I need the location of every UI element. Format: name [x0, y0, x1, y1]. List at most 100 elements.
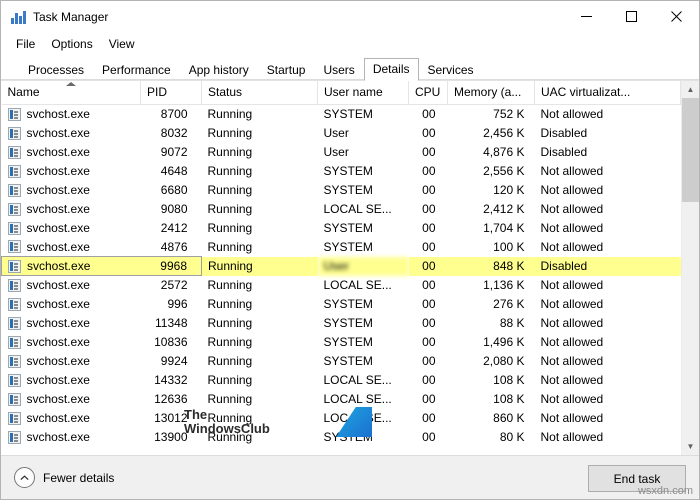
column-header-cpu[interactable]: CPU — [408, 81, 448, 105]
column-header-pid[interactable]: PID — [140, 81, 202, 105]
executable-icon — [7, 278, 21, 292]
table-row[interactable]: svchost.exe 10836 Running SYSTEM 00 1,496 K No… — [2, 333, 681, 352]
column-header-uac-virtualization[interactable]: UAC virtualizat... — [534, 81, 681, 105]
table-row[interactable]: svchost.exe 8700 Running SYSTEM 00 752 K Not a… — [2, 105, 681, 124]
cell-pid: 13900 — [154, 430, 188, 444]
cell-status: Running — [207, 202, 253, 216]
table-row[interactable]: svchost.exe 12636 Running LOCAL SE... 00 108 … — [2, 390, 681, 409]
cell-process-name: svchost.exe — [2, 219, 141, 238]
tab-processes[interactable]: Processes — [19, 59, 93, 81]
column-header-name[interactable]: Name — [1, 81, 141, 105]
cell-cpu: 00 — [422, 411, 436, 425]
process-name-label: svchost.exe — [26, 430, 90, 444]
cell-user-name: SYSTEM — [323, 240, 373, 254]
cell-memory: 2,456 K — [483, 126, 525, 140]
table-row[interactable]: svchost.exe 6680 Running SYSTEM 00 120 K Not a… — [2, 181, 681, 200]
process-name-label: svchost.exe — [26, 316, 90, 330]
table-row[interactable]: svchost.exe 4876 Running SYSTEM 00 100 K Not a… — [2, 238, 681, 257]
cell-cpu: 00 — [422, 354, 436, 368]
cell-user-name: LOCAL SE... — [323, 278, 392, 292]
tab-startup[interactable]: Startup — [258, 59, 315, 81]
menu-item-view[interactable]: View — [101, 35, 143, 53]
close-icon[interactable] — [654, 1, 699, 32]
fewer-details-button[interactable]: Fewer details — [14, 467, 114, 488]
cell-status: Running — [207, 373, 253, 387]
process-name-label: svchost.exe — [27, 259, 91, 273]
cell-pid: 996 — [167, 297, 188, 311]
column-header-memory[interactable]: Memory (a... — [447, 81, 535, 105]
fewer-details-label: Fewer details — [43, 470, 115, 485]
table-row[interactable]: svchost.exe 8032 Running User 00 2,456 K Disab… — [2, 124, 681, 143]
cell-pid: 2572 — [160, 278, 188, 293]
tab-performance[interactable]: Performance — [93, 59, 180, 81]
cell-cpu: 00 — [422, 278, 436, 292]
executable-icon — [7, 335, 21, 349]
table-row[interactable]: svchost.exe 9968 Running User 00 848 K Disable… — [1, 256, 681, 276]
cell-uac-virtualization: Not allowed — [540, 297, 604, 311]
cell-process-name: svchost.exe — [2, 200, 141, 219]
process-name-label: svchost.exe — [26, 145, 90, 159]
cell-process-name: svchost.exe — [2, 409, 141, 428]
table-row[interactable]: svchost.exe 13900 Running SYSTEM 00 80 K Not a… — [2, 428, 681, 447]
table-row[interactable]: svchost.exe 13012 Running LOCAL SE... 00 860 … — [2, 409, 681, 428]
cell-cpu: 00 — [422, 335, 436, 349]
cell-pid: 2412 — [160, 221, 188, 235]
tab-strip: Processes Performance App history Startu… — [1, 55, 699, 81]
cell-uac-virtualization: Not allowed — [540, 354, 604, 368]
window-controls — [564, 1, 699, 32]
process-name-label: svchost.exe — [26, 107, 90, 122]
process-name-label: svchost.exe — [26, 239, 90, 254]
table-row[interactable]: svchost.exe 4648 Running SYSTEM 00 2,556 K Not… — [2, 162, 681, 181]
title-bar: Task Manager — [1, 1, 699, 32]
cell-status: Running — [207, 316, 253, 330]
table-row[interactable]: svchost.exe 14332 Running LOCAL SE... 00 108 … — [2, 371, 681, 390]
process-name-label: svchost.exe — [26, 354, 90, 368]
process-table-container: Name PID Status User name CPU Memory (a.… — [1, 80, 699, 455]
cell-uac-virtualization: Not allowed — [540, 240, 604, 254]
cell-uac-virtualization: Not allowed — [540, 164, 604, 178]
table-row[interactable]: svchost.exe 9924 Running SYSTEM 00 2,080 K Not… — [2, 352, 681, 371]
cell-user-name: SYSTEM — [323, 335, 373, 349]
tab-services[interactable]: Services — [419, 59, 483, 81]
process-name-label: svchost.exe — [26, 373, 90, 387]
minimize-icon[interactable] — [564, 1, 609, 32]
cell-status: Running — [207, 335, 253, 349]
cell-uac-virtualization: Not allowed — [540, 430, 604, 444]
cell-memory: 752 K — [493, 107, 525, 122]
cell-memory: 2,556 K — [483, 164, 525, 178]
process-name-label: svchost.exe — [26, 183, 90, 197]
column-header-user-name[interactable]: User name — [317, 81, 409, 105]
cell-process-name: svchost.exe — [2, 238, 141, 257]
menu-item-file[interactable]: File — [8, 35, 43, 53]
cell-uac-virtualization: Not allowed — [540, 373, 604, 387]
cell-memory: 1,704 K — [483, 221, 525, 235]
table-row[interactable]: svchost.exe 2412 Running SYSTEM 00 1,704 K Not… — [2, 219, 681, 238]
cell-uac-virtualization: Not allowed — [540, 183, 604, 197]
cell-memory: 108 K — [493, 373, 525, 387]
table-row[interactable]: svchost.exe 9080 Running LOCAL SE... 00 2,412… — [2, 200, 681, 219]
maximize-icon[interactable] — [609, 1, 654, 32]
table-row[interactable]: svchost.exe 2572 Running LOCAL SE... 00 1,136… — [2, 276, 681, 295]
tab-app-history[interactable]: App history — [180, 59, 258, 81]
tab-details[interactable]: Details — [363, 58, 419, 81]
process-name-label: svchost.exe — [26, 221, 90, 235]
table-row[interactable]: svchost.exe 9072 Running User 00 4,876 K Disab… — [2, 143, 681, 162]
scroll-up-arrow-icon[interactable]: ▲ — [682, 81, 699, 98]
table-row[interactable]: svchost.exe 11348 Running SYSTEM 00 88 K Not a… — [2, 314, 681, 333]
table-row[interactable]: svchost.exe 996 Running SYSTEM 00 276 K Not al… — [2, 295, 681, 314]
cell-uac-virtualization: Not allowed — [540, 278, 604, 292]
cell-uac-virtualization: Not allowed — [540, 107, 604, 122]
vertical-scrollbar[interactable]: ▲ ▼ — [681, 81, 699, 455]
cell-user-name: SYSTEM — [323, 316, 373, 330]
executable-icon — [8, 259, 21, 273]
cell-memory: 88 K — [499, 316, 525, 330]
tab-users[interactable]: Users — [314, 59, 363, 81]
executable-icon — [7, 107, 21, 121]
cell-uac-virtualization: Disabled — [534, 256, 681, 276]
menu-item-options[interactable]: Options — [43, 35, 100, 53]
column-header-status[interactable]: Status — [201, 81, 318, 105]
scroll-down-arrow-icon[interactable]: ▼ — [682, 438, 699, 455]
cell-uac-virtualization: Not allowed — [540, 392, 604, 406]
cell-memory: 2,412 K — [483, 202, 525, 216]
scrollbar-thumb[interactable] — [682, 98, 699, 202]
